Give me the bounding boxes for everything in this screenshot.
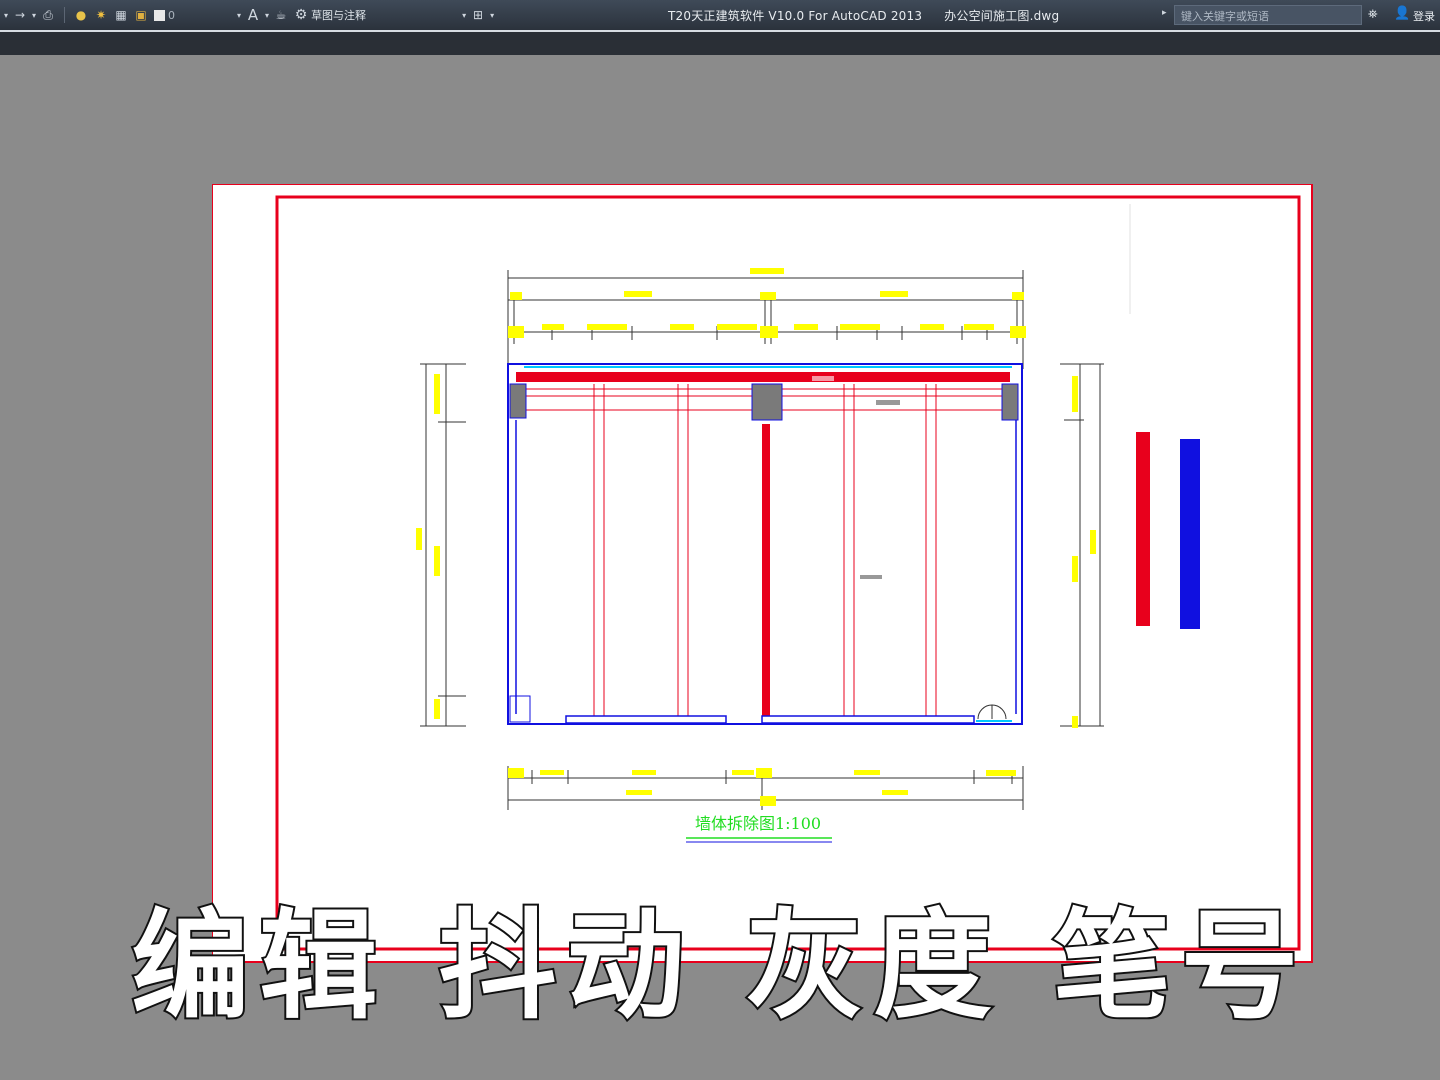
drawing-sheet[interactable]: 墙体拆除图1:100 — [212, 184, 1314, 964]
chevron-right-icon[interactable]: ▸ — [1162, 8, 1167, 18]
binoculars-icon[interactable]: ⛯ — [1368, 7, 1378, 22]
demolish-wall-middle — [762, 424, 770, 716]
app-title: T20天正建筑软件 V10.0 For AutoCAD 2013 — [668, 9, 923, 23]
window-title: T20天正建筑软件 V10.0 For AutoCAD 2013 办公空间施工图… — [668, 7, 1059, 24]
title-bar: ▾ → ▾ ⎙ ● ✷ ▦ ▣ 0 ▾ A ▾ ☕ ⚙ 草图与注释 ▾ ⊞ ▾ … — [0, 0, 1440, 30]
layer-value: 0 — [168, 8, 176, 22]
quick-access-toolbar: ▾ → ▾ ⎙ ● ✷ ▦ ▣ 0 ▾ A ▾ ☕ ⚙ 草图与注释 ▾ ⊞ ▾ — [2, 6, 496, 24]
legend-demolish-bar — [1136, 432, 1150, 626]
user-icon[interactable]: 👤 — [1394, 6, 1410, 21]
teapot-icon[interactable]: ☕ — [274, 8, 288, 22]
drawing-title: 墙体拆除图1:100 — [695, 814, 821, 833]
print-icon[interactable]: ⎙ — [41, 8, 55, 22]
layer-freeze-icon[interactable]: ▦ — [114, 8, 128, 22]
chevron-down-icon[interactable]: ▾ — [4, 11, 8, 20]
video-caption: 编辑 抖动 灰度 笔号 — [129, 895, 1309, 1037]
column — [509, 383, 527, 419]
layer-color-swatch[interactable] — [154, 9, 166, 21]
layer-dropdown-arrow[interactable]: ▾ — [237, 11, 241, 20]
demolish-wall-top — [516, 372, 1010, 382]
chevron-down-icon[interactable]: ▾ — [265, 11, 269, 20]
chevron-down-icon[interactable]: ▾ — [490, 11, 494, 20]
layer-properties-icon[interactable]: ⊞ — [471, 8, 485, 22]
lightbulb-icon[interactable]: ● — [74, 8, 88, 22]
column — [1001, 383, 1019, 421]
text-style-icon[interactable]: A — [246, 8, 260, 23]
redo-icon[interactable]: → — [13, 8, 27, 22]
lock-icon[interactable]: ▣ — [134, 8, 148, 22]
gear-icon[interactable]: ⚙ — [294, 8, 308, 22]
workspace-select[interactable]: 草图与注释 — [311, 7, 366, 23]
search-input[interactable]: 键入关键字或短语 — [1174, 5, 1362, 25]
sun-icon[interactable]: ✷ — [94, 8, 108, 22]
file-name: 办公空间施工图.dwg — [944, 9, 1060, 23]
workspace-dropdown-arrow[interactable]: ▾ — [462, 11, 466, 20]
chevron-down-icon[interactable]: ▾ — [32, 11, 36, 20]
column — [751, 383, 783, 421]
legend-new-wall-bar — [1180, 439, 1200, 629]
login-button[interactable]: 登录 — [1413, 8, 1435, 24]
ribbon-strip — [0, 30, 1440, 55]
